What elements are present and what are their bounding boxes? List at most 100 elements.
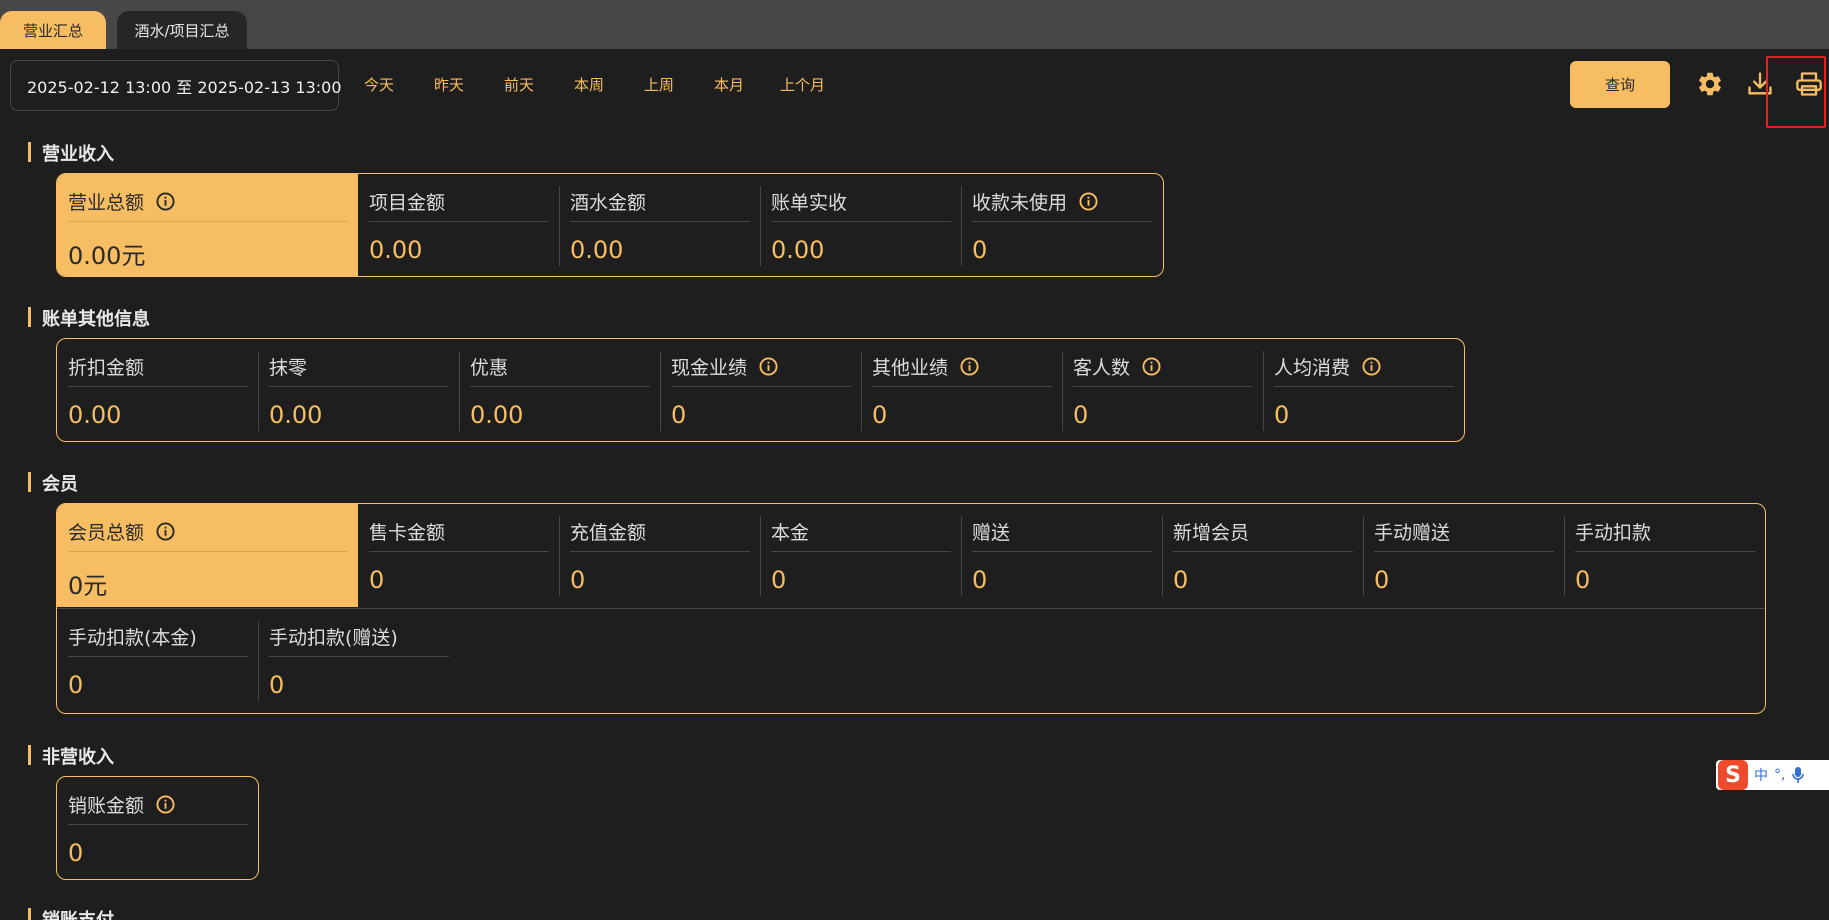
stat-manual-bonus: 手动赠送 0 xyxy=(1363,504,1564,607)
stat-project-amount: 项目金额 0.00 xyxy=(358,174,559,276)
non-operating-card: 销账金额 0 xyxy=(56,776,259,880)
stat-value: 0 xyxy=(68,671,84,699)
stat-label: 营业总额 xyxy=(68,192,145,214)
stat-label: 折扣金额 xyxy=(68,357,145,379)
stat-value: 0 xyxy=(68,839,84,867)
info-icon[interactable] xyxy=(156,522,175,541)
info-icon[interactable] xyxy=(1362,357,1381,376)
stat-value: 0.00 xyxy=(68,401,122,429)
stat-value: 0.00元 xyxy=(68,242,146,270)
ime-language[interactable]: 中 xyxy=(1754,765,1768,785)
stat-value: 0 xyxy=(972,566,988,594)
stat-label: 手动扣款(本金) xyxy=(68,627,197,649)
query-button[interactable]: 查询 xyxy=(1570,61,1670,108)
stat-unused-payment: 收款未使用 0 xyxy=(961,174,1162,276)
stat-value: 0 xyxy=(1274,401,1290,429)
stat-label: 会员总额 xyxy=(68,522,145,544)
stat-bill-received: 账单实收 0.00 xyxy=(760,174,961,276)
quick-range-this-week[interactable]: 本周 xyxy=(574,74,604,95)
section-title-revenue: 营业收入 xyxy=(28,140,114,166)
stat-label: 本金 xyxy=(771,522,810,544)
section-title-writeoff-payment: 销账支付 xyxy=(28,906,114,920)
stat-value: 0 xyxy=(872,401,888,429)
stat-cash-performance: 现金业绩 0 xyxy=(660,339,861,441)
stat-value: 0 xyxy=(671,401,687,429)
section-title-bill-other: 账单其他信息 xyxy=(28,305,150,331)
info-icon[interactable] xyxy=(156,192,175,211)
stat-label: 现金业绩 xyxy=(671,357,748,379)
quick-range-yesterday[interactable]: 昨天 xyxy=(434,74,464,95)
stat-value: 0 xyxy=(771,566,787,594)
stat-label: 手动扣款(赠送) xyxy=(269,627,398,649)
stat-label: 售卡金额 xyxy=(369,522,446,544)
stat-value: 0.00 xyxy=(771,236,825,264)
stat-value: 0 xyxy=(1374,566,1390,594)
ime-punctuation-icon[interactable]: °, xyxy=(1774,767,1785,783)
stat-rounding: 抹零 0.00 xyxy=(258,339,459,441)
info-icon[interactable] xyxy=(759,357,778,376)
tab-bar: 营业汇总 酒水/项目汇总 xyxy=(0,0,1829,49)
stat-total-revenue: 营业总额 0.00元 xyxy=(57,174,358,276)
section-title-member: 会员 xyxy=(28,470,78,496)
stat-label: 赠送 xyxy=(972,522,1011,544)
quick-range-last-week[interactable]: 上周 xyxy=(644,74,674,95)
stat-value: 0 xyxy=(570,566,586,594)
stat-label: 账单实收 xyxy=(771,192,848,214)
stat-value: 0 xyxy=(1575,566,1591,594)
stat-label: 项目金额 xyxy=(369,192,446,214)
stat-value: 0 xyxy=(269,671,285,699)
info-icon[interactable] xyxy=(156,795,175,814)
quick-range-day-before[interactable]: 前天 xyxy=(504,74,534,95)
stat-label: 其他业绩 xyxy=(872,357,949,379)
stat-drinks-amount: 酒水金额 0.00 xyxy=(559,174,760,276)
quick-range-last-month[interactable]: 上个月 xyxy=(780,74,825,95)
revenue-card: 营业总额 0.00元 项目金额 0.00 酒水金额 0.00 账单实收 0.00… xyxy=(56,173,1164,277)
stat-member-total: 会员总额 0元 xyxy=(57,504,358,607)
stat-value: 0.00 xyxy=(570,236,624,264)
tab-business-summary[interactable]: 营业汇总 xyxy=(0,11,106,49)
stat-value: 0 xyxy=(1173,566,1189,594)
stat-manual-deduction-principal: 手动扣款(本金) 0 xyxy=(57,609,258,712)
printer-icon[interactable] xyxy=(1795,70,1823,98)
stat-discount-amount: 折扣金额 0.00 xyxy=(57,339,258,441)
stat-value: 0.00 xyxy=(269,401,323,429)
microphone-icon[interactable] xyxy=(1791,766,1805,784)
stat-guest-count: 客人数 0 xyxy=(1062,339,1263,441)
stat-recharge-amount: 充值金额 0 xyxy=(559,504,760,607)
stat-manual-deduction: 手动扣款 0 xyxy=(1564,504,1765,607)
stat-bonus: 赠送 0 xyxy=(961,504,1162,607)
tab-drinks-project-summary[interactable]: 酒水/项目汇总 xyxy=(117,11,247,49)
stat-label: 人均消费 xyxy=(1274,357,1351,379)
stat-label: 抹零 xyxy=(269,357,308,379)
stat-value: 0.00 xyxy=(470,401,524,429)
stat-value: 0.00 xyxy=(369,236,423,264)
stat-per-capita: 人均消费 0 xyxy=(1263,339,1464,441)
info-icon[interactable] xyxy=(960,357,979,376)
download-icon[interactable] xyxy=(1746,70,1774,98)
stat-principal: 本金 0 xyxy=(760,504,961,607)
gear-icon[interactable] xyxy=(1696,70,1724,98)
stat-label: 酒水金额 xyxy=(570,192,647,214)
member-card: 会员总额 0元 售卡金额 0 充值金额 0 本金 0 赠送 0 新增会员 0 手… xyxy=(56,503,1766,714)
stat-label: 新增会员 xyxy=(1173,522,1250,544)
stat-label: 收款未使用 xyxy=(972,192,1068,214)
stat-label: 充值金额 xyxy=(570,522,647,544)
stat-other-performance: 其他业绩 0 xyxy=(861,339,1062,441)
stat-value: 0 xyxy=(972,236,988,264)
stat-label: 客人数 xyxy=(1073,357,1131,379)
bill-other-card: 折扣金额 0.00 抹零 0.00 优惠 0.00 现金业绩 0 其他业绩 0 … xyxy=(56,338,1465,442)
info-icon[interactable] xyxy=(1079,192,1098,211)
stat-card-sales: 售卡金额 0 xyxy=(358,504,559,607)
stat-value: 0 xyxy=(1073,401,1089,429)
quick-range-today[interactable]: 今天 xyxy=(364,74,394,95)
stat-new-members: 新增会员 0 xyxy=(1162,504,1363,607)
quick-range-this-month[interactable]: 本月 xyxy=(714,74,744,95)
stat-label: 销账金额 xyxy=(68,795,145,817)
stat-writeoff-amount: 销账金额 0 xyxy=(57,777,258,879)
section-title-non-operating: 非营收入 xyxy=(28,743,114,769)
ime-toolbar[interactable]: S 中 °, xyxy=(1716,760,1829,790)
stat-manual-deduction-bonus: 手动扣款(赠送) 0 xyxy=(258,609,459,712)
sogou-logo-icon: S xyxy=(1718,760,1748,790)
info-icon[interactable] xyxy=(1142,357,1161,376)
date-range-picker[interactable]: 2025-02-12 13:00 至 2025-02-13 13:00 xyxy=(10,60,342,111)
